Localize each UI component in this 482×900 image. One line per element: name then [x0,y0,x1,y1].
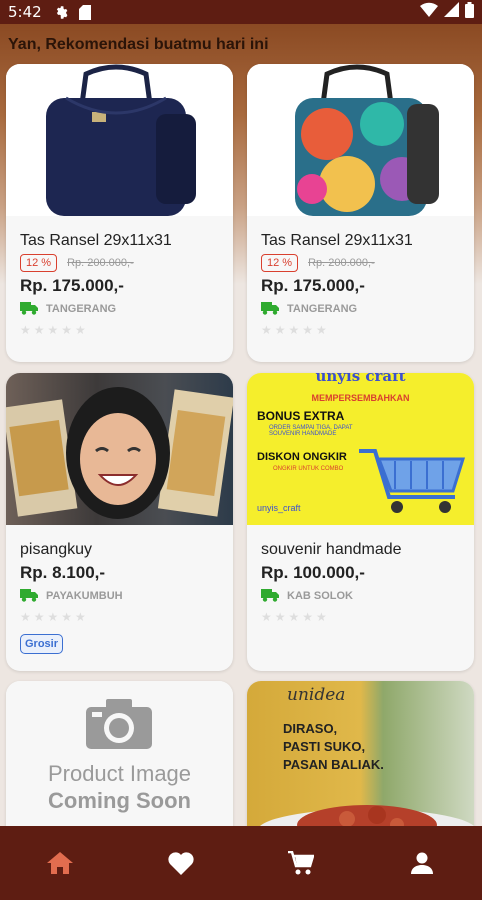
product-location: KAB SOLOK [287,589,353,602]
product-card[interactable]: Tas Ransel 29x11x31 12 % Rp. 200.000,- R… [6,64,233,362]
product-card[interactable]: unidea DIRASO, PASTI SUKO, PASAN BALIAK. [247,681,474,841]
image-bonus-sub: ORDER SAMPAI TIGA, DAPAT SOUVENIR HANDMA… [269,425,353,437]
image-brand-text: unyis craft [315,373,406,385]
battery-icon [465,1,474,23]
wifi-icon [420,2,438,22]
discount-badge: 12 % [20,254,58,272]
product-name: souvenir handmade [261,541,402,558]
status-bar: 5:42 [0,0,482,24]
discount-badge: 12 % [261,254,299,272]
signal-icon [444,2,459,22]
rating-stars: ★★★★★ [261,323,330,337]
home-icon [47,852,74,874]
nav-profile[interactable] [392,833,452,893]
product-card[interactable]: pisangkuy Rp. 8.100,- PAYAKUMBUH ★★★★★ G… [6,373,233,671]
product-name: pisangkuy [20,541,93,558]
image-bonus-text: BONUS EXTRA [257,409,345,423]
product-card[interactable]: unyis craft MEMPERSEMBAHKAN BONUS EXTRA … [247,373,474,671]
product-location: TANGERANG [46,302,117,315]
nav-home[interactable] [30,833,90,893]
image-text-line2: PASTI SUKO, [283,739,366,754]
product-location: TANGERANG [287,302,358,315]
product-name: Tas Ransel 29x11x31 [20,232,172,249]
product-card[interactable]: Tas Ransel 29x11x31 12 % Rp. 200.000,- R… [247,64,474,362]
status-time: 5:42 [8,3,42,21]
truck-icon [261,589,279,602]
bottom-navigation [0,826,482,900]
product-price: Rp. 8.100,- [20,563,106,582]
image-diskon-text: DISKON ONGKIR [257,451,347,463]
old-price: Rp. 200.000,- [67,257,134,269]
image-text-line3: PASAN BALIAK. [283,757,384,772]
rating-stars: ★★★★★ [261,610,330,624]
image-diskon-sub: ONGKIR UNTUK COMBO [273,466,344,472]
product-image [247,64,474,216]
truck-icon [261,302,279,315]
profile-icon [410,852,433,874]
sd-card-icon [78,4,91,20]
product-image: unyis craft MEMPERSEMBAHKAN BONUS EXTRA … [247,373,474,525]
image-subtitle: MEMPERSEMBAHKAN [311,393,410,403]
product-image [6,64,233,216]
camera-icon [86,699,152,749]
grosir-badge: Grosir [20,634,64,654]
truck-icon [20,302,38,315]
rating-stars: ★★★★★ [20,610,89,624]
rating-stars: ★★★★★ [20,323,89,337]
cart-icon [288,851,315,875]
shopping-cart-illustration [359,449,466,513]
product-image-placeholder: Product Image Coming Soon [6,681,233,841]
product-location: PAYAKUMBUH [46,589,123,602]
recommendation-heading: Yan, Rekomendasi buatmu hari ini [8,36,269,53]
product-image: unidea DIRASO, PASTI SUKO, PASAN BALIAK. [247,681,474,841]
placeholder-line2: Coming Soon [48,788,191,813]
product-image [6,373,233,525]
nav-favorites[interactable] [151,833,211,893]
placeholder-line1: Product Image [47,761,192,786]
product-price: Rp. 175.000,- [261,276,365,295]
image-text-line1: DIRASO, [283,721,338,736]
heart-icon [168,851,194,875]
product-price: Rp. 100.000,- [261,563,365,582]
nav-cart[interactable] [271,833,331,893]
old-price: Rp. 200.000,- [308,257,375,269]
gear-icon [54,5,69,20]
product-price: Rp. 175.000,- [20,276,124,295]
image-brand-text: unidea [287,685,346,705]
image-ig-text: unyis_craft [257,503,301,513]
product-card[interactable]: Product Image Coming Soon [6,681,233,841]
product-name: Tas Ransel 29x11x31 [261,232,413,249]
truck-icon [20,589,38,602]
